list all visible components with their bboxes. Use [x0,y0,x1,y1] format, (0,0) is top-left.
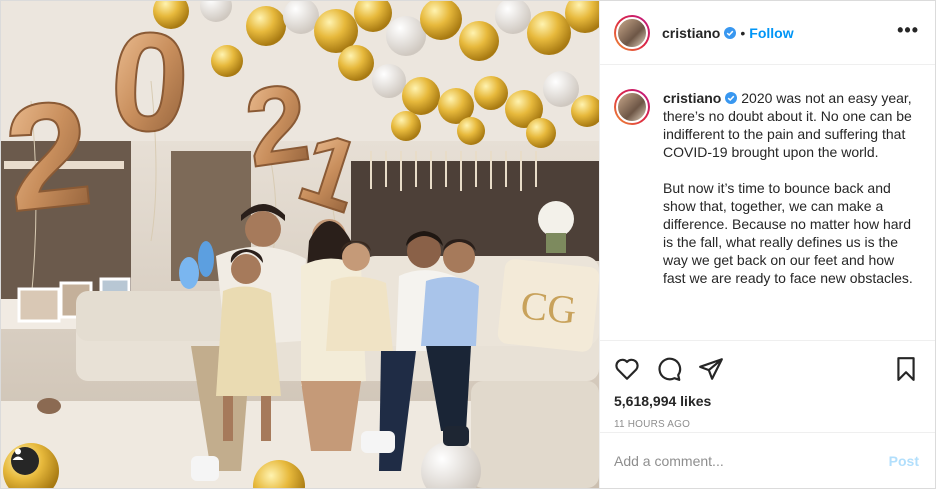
caption: cristiano 2020 was not an easy year, the… [663,89,919,340]
verified-badge-icon [724,26,737,39]
like-count[interactable]: 5,618,994 likes [614,393,919,409]
post-photo[interactable]: 2 0 2 1 CG [1,1,599,488]
more-options-button[interactable]: ••• [897,21,919,41]
caption-area: cristiano 2020 was not an easy year, the… [600,65,935,340]
follow-button[interactable]: Follow [749,25,793,41]
user-tag-icon [12,448,24,460]
caption-avatar[interactable] [614,89,650,125]
paper-plane-icon[interactable] [698,356,724,382]
comment-bubble-icon[interactable] [656,356,682,382]
post-header: cristiano • Follow ••• [600,1,935,65]
caption-username[interactable]: cristiano [663,90,721,106]
post-timestamp[interactable]: 11 HOURS AGO [614,419,919,430]
heart-icon[interactable] [614,356,640,382]
tagged-users-button[interactable] [11,447,39,475]
post-comment-button[interactable]: Post [889,453,919,469]
balloon-digit-0: 0 [106,1,195,163]
instagram-post: 2 0 2 1 CG cristiano • Follow ••• cristi… [0,0,936,489]
verified-badge-icon [725,92,738,104]
family-photo-illustration: 2 0 2 1 CG [1,1,599,488]
caption-paragraph-2: But now it’s time to bounce back and sho… [663,180,913,286]
actions-area: 5,618,994 likes 11 HOURS AGO [600,340,935,432]
bookmark-icon[interactable] [893,356,919,382]
author-avatar[interactable] [614,14,650,51]
action-bar [614,349,919,389]
header-separator: • [740,24,746,41]
post-side-panel: cristiano • Follow ••• cristiano 2020 wa… [599,1,935,488]
comment-input[interactable] [614,452,889,469]
author-username[interactable]: cristiano [662,25,720,41]
comment-bar: Post [600,432,935,488]
pillow-monogram: CG [519,282,579,333]
